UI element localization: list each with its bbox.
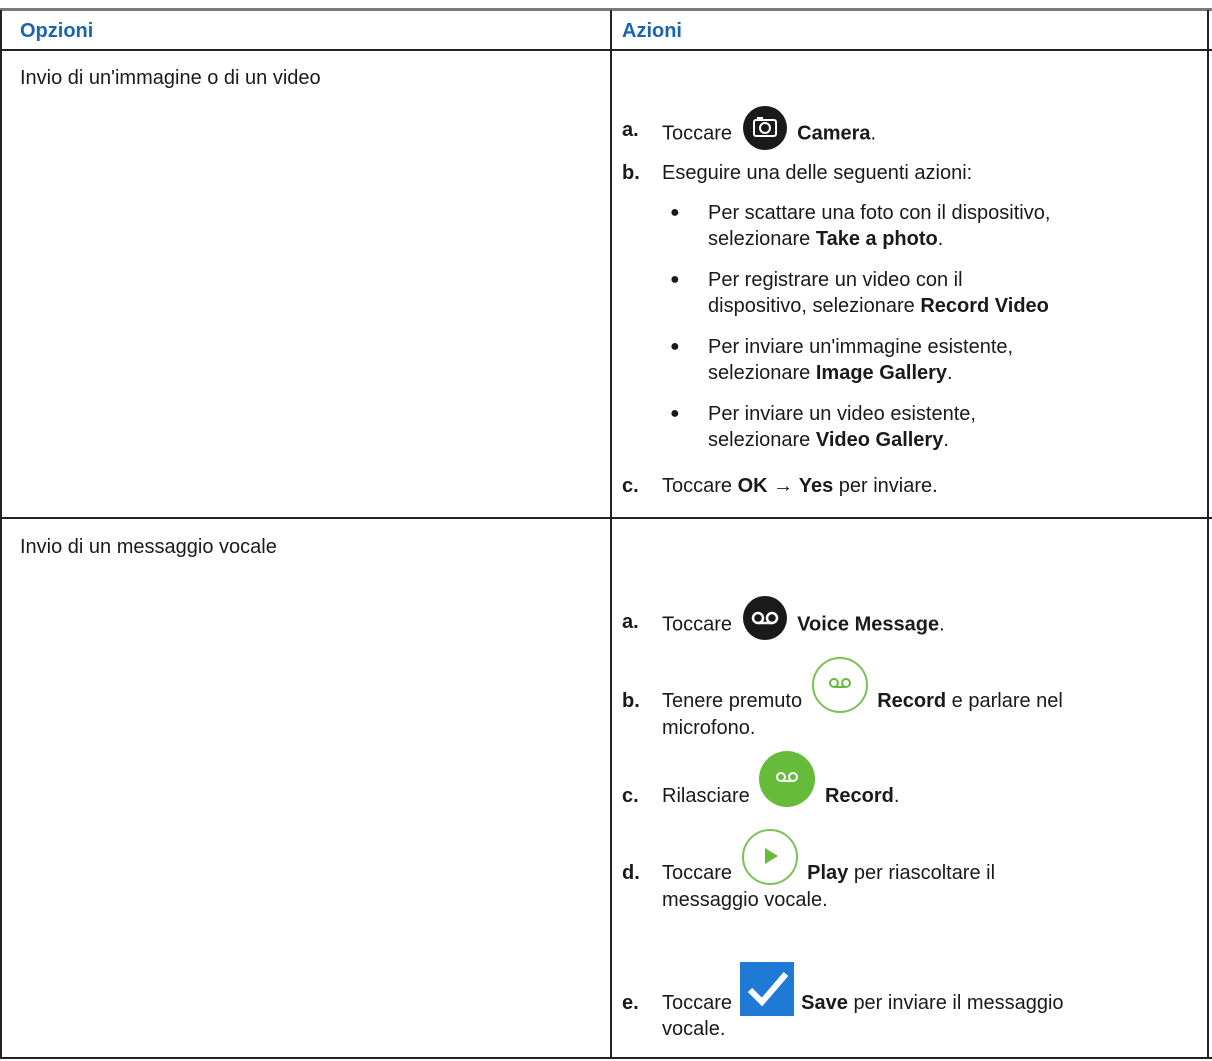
table-right-border [1207,10,1209,1059]
table-left-border [0,10,2,1059]
step-letter: a. [622,611,639,633]
bullet-punct: . [937,228,944,250]
record-outline-icon [811,656,868,713]
camera-icon [742,106,787,150]
bullet-text: dispositivo, selezionare [708,295,915,317]
step-letter: c. [622,785,639,807]
step-text-line2: messaggio vocale. [662,888,828,911]
save-label: Save [801,992,848,1014]
step-text-line2: microfono. [662,716,756,739]
bullet-text: selezionare [708,362,811,384]
step-letter: a. [622,119,639,141]
bullet-dot: ● [670,338,680,355]
bullet-dot: ● [670,271,680,288]
header-options: Opzioni [20,20,94,42]
table-bottom-rule [0,1057,1212,1059]
step-punct: . [939,613,945,636]
step-letter: d. [622,862,640,884]
camera-label: Camera [797,122,871,145]
take-photo-label: Take a photo [815,228,938,250]
row-divider [0,517,1212,519]
record-video-label: Record Video [920,295,1049,317]
checkmark-icon [739,961,794,1016]
bullet-text: Per scattare una foto con il dispositivo… [708,202,1051,224]
bullet-dot: ● [670,204,680,221]
step-text: per inviare. [838,475,938,497]
bullet-dot: ● [670,405,680,422]
step-text: Rilasciare [662,785,750,807]
step-punct: . [870,122,877,145]
arrow-glyph: → [773,475,794,497]
record-label: Record [824,785,894,807]
step-punct: . [893,785,900,807]
bullet-punct: . [947,362,953,384]
option-send-image-video: Invio di un'immagine o di un video [20,67,321,89]
step-letter: e. [622,992,639,1014]
voicemail-icon [742,596,787,640]
table-top-rule [0,8,1212,11]
option-send-voice-message: Invio di un messaggio vocale [20,536,277,558]
step-letter: b. [622,690,640,712]
step-letter: b. [622,162,640,184]
step-text: Toccare [662,613,733,636]
voice-message-label: Voice Message [797,613,940,636]
step-letter: c. [622,475,639,497]
step-text: Toccare [662,475,733,497]
step-text: Toccare [662,862,733,884]
record-filled-icon [759,750,816,807]
video-gallery-label: Video Gallery [815,429,944,451]
header-divider [0,49,1212,51]
yes-label: Yes [798,475,834,497]
step-text: per riascoltare il [853,862,996,884]
step-text: Toccare [662,992,733,1014]
step-text: per inviare il messaggio [853,992,1064,1014]
record-label: Record [877,690,947,712]
step-text: Tenere premuto [662,690,803,712]
step-text: Eseguire una delle seguenti azioni: [662,162,973,184]
ok-label: OK [737,475,768,497]
step-text-line2: vocale. [662,1018,726,1040]
bullet-punct: . [943,429,949,451]
header-actions: Azioni [622,20,682,42]
image-gallery-label: Image Gallery [815,362,948,384]
bullet-text: Per inviare un'immagine esistente, [708,336,1014,358]
bullet-text: Per registrare un video con il [708,269,963,291]
bullet-text: selezionare [708,429,811,451]
column-divider [610,10,612,1059]
play-icon [741,828,798,885]
step-text: Toccare [662,122,733,145]
step-text: e parlare nel [951,690,1063,712]
bullet-text: Per inviare un video esistente, [708,403,976,425]
options-actions-table: Opzioni Azioni Invio di un'immagine o di… [0,0,1212,1061]
bullet-text: selezionare [708,228,811,250]
play-label: Play [807,862,849,884]
